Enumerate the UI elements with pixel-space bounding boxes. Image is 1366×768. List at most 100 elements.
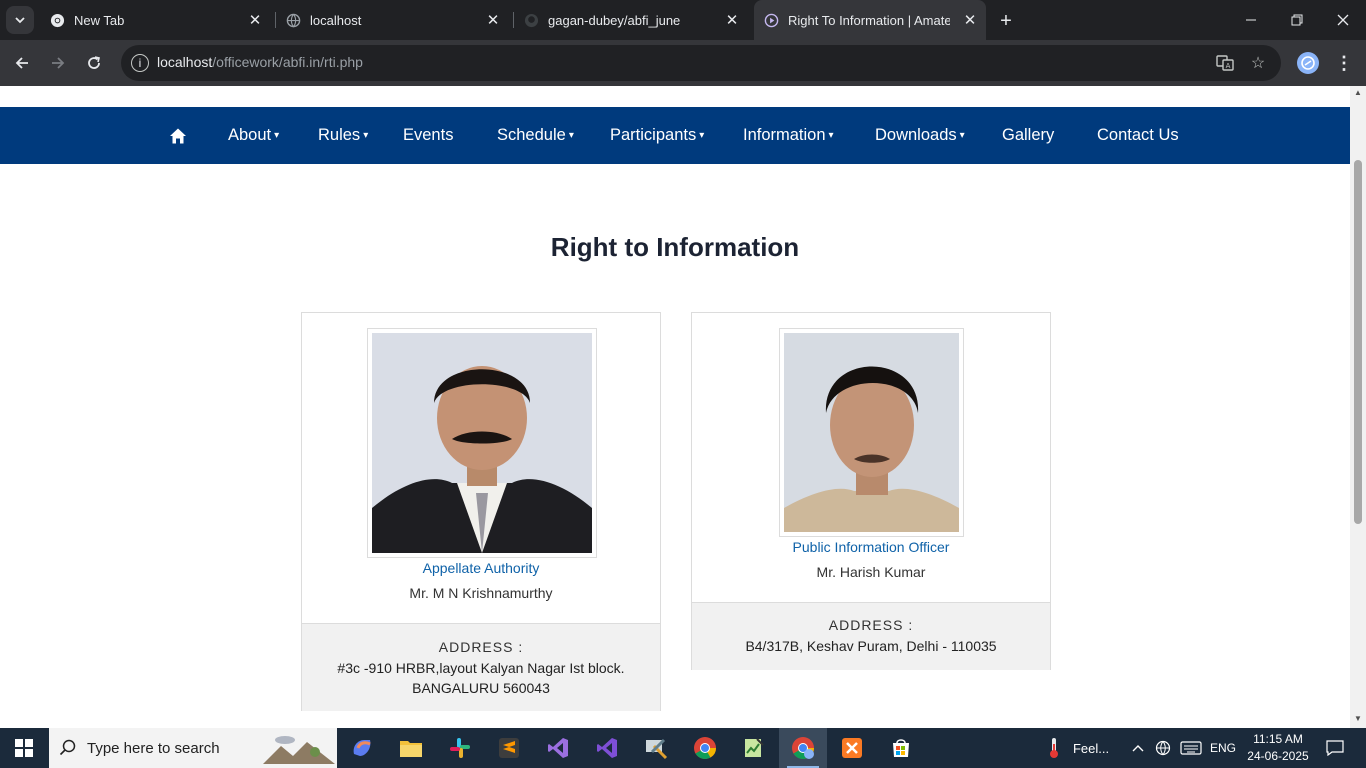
- chrome-icon: [694, 737, 716, 759]
- clock[interactable]: 11:15 AM 24-06-2025: [1240, 731, 1316, 765]
- nav-label: Contact Us: [1097, 126, 1179, 144]
- tab-github[interactable]: gagan-dubey/abfi_june ✕: [514, 0, 750, 40]
- nav-label: Gallery: [1002, 126, 1055, 144]
- editor-app[interactable]: [730, 728, 778, 768]
- page-scrollbar[interactable]: ▲ ▼: [1350, 86, 1366, 728]
- store-app[interactable]: [877, 728, 925, 768]
- officer-photo-frame: [367, 328, 597, 558]
- restore-icon: [1291, 14, 1303, 26]
- site-icon: [764, 13, 779, 28]
- nav-label: Events: [403, 126, 454, 144]
- copilot-icon: [353, 740, 371, 756]
- search-icon: [59, 739, 76, 756]
- notifications-icon[interactable]: [1320, 728, 1350, 768]
- translate-icon[interactable]: A: [1215, 53, 1235, 73]
- officer-photo-frame: [779, 328, 964, 537]
- main-navigation: About ▾ Rules ▾ Events Schedule ▾ Participa…: [0, 107, 1350, 164]
- tab-search-button[interactable]: [6, 6, 34, 34]
- scroll-up-icon[interactable]: ▲: [1354, 88, 1362, 97]
- nav-participants[interactable]: Participants ▾: [610, 107, 704, 164]
- caret-down-icon: ▾: [568, 130, 574, 141]
- profile-avatar[interactable]: [1297, 52, 1319, 74]
- nav-label: Information: [743, 126, 826, 144]
- arrow-right-icon: [52, 57, 65, 69]
- language-indicator[interactable]: ENG: [1208, 728, 1238, 768]
- tab-right-to-information[interactable]: Right To Information | Amateur ✕: [754, 0, 986, 40]
- chrome-app-active[interactable]: [779, 728, 827, 768]
- site-info-icon[interactable]: i: [131, 54, 149, 72]
- url-text[interactable]: localhost/officework/abfi.in/rti.php: [157, 54, 363, 70]
- visual-studio-app[interactable]: [534, 728, 582, 768]
- clock-time: 11:15 AM: [1253, 732, 1303, 746]
- new-tab-button[interactable]: +: [994, 9, 1018, 33]
- nav-schedule[interactable]: Schedule ▾: [497, 107, 574, 164]
- globe-icon: [286, 13, 301, 28]
- caret-down-icon: ▾: [959, 130, 965, 141]
- close-icon[interactable]: ✕: [961, 11, 979, 29]
- nav-gallery[interactable]: Gallery: [1002, 107, 1054, 164]
- officer-role[interactable]: Appellate Authority: [302, 560, 660, 576]
- scroll-down-icon[interactable]: ▼: [1354, 714, 1362, 723]
- url-path: /officework/abfi.in/rti.php: [212, 54, 363, 70]
- bookmark-star-icon[interactable]: ☆: [1248, 53, 1268, 73]
- nav-rules[interactable]: Rules ▾: [318, 107, 368, 164]
- browser-tab-strip: New Tab ✕ localhost ✕ gagan-dubey/abfi_j…: [0, 0, 1366, 40]
- close-icon[interactable]: ✕: [723, 11, 741, 29]
- network-globe-icon[interactable]: [1152, 728, 1174, 768]
- nav-about[interactable]: About ▾: [228, 107, 279, 164]
- close-window-button[interactable]: [1320, 0, 1366, 40]
- copilot-app[interactable]: [338, 728, 386, 768]
- visual-studio-icon: [548, 738, 568, 758]
- scroll-thumb[interactable]: [1354, 160, 1362, 524]
- slack-icon: [450, 738, 470, 758]
- sublime-text-icon: [499, 738, 519, 758]
- address-box: ADDRESS : #3c -910 HRBR,layout Kalyan Na…: [302, 623, 660, 711]
- search-highlight-image: [263, 736, 335, 764]
- nav-label: About: [228, 126, 272, 144]
- home-icon: [170, 128, 186, 143]
- tab-localhost[interactable]: localhost ✕: [276, 0, 512, 40]
- taskbar-search[interactable]: Type here to search: [49, 728, 337, 768]
- slack-app[interactable]: [436, 728, 484, 768]
- svg-text:A: A: [1226, 62, 1231, 70]
- browser-menu-icon[interactable]: ⋮: [1334, 52, 1354, 74]
- nav-label: Rules: [318, 126, 361, 144]
- tab-new-tab[interactable]: New Tab ✕: [40, 0, 274, 40]
- keyboard-icon[interactable]: [1178, 728, 1204, 768]
- restore-button[interactable]: [1274, 0, 1320, 40]
- nav-home[interactable]: [169, 107, 187, 164]
- windows-taskbar: Type here to search Feel... ENG 11:15 AM…: [0, 728, 1366, 768]
- tab-title: Right To Information | Amateur: [788, 13, 950, 28]
- close-icon[interactable]: ✕: [246, 11, 264, 29]
- store-icon: [893, 739, 909, 757]
- tools-app[interactable]: [632, 728, 680, 768]
- windows-logo-icon: [15, 739, 33, 757]
- nav-contact-us[interactable]: Contact Us: [1097, 107, 1179, 164]
- tab-title: gagan-dubey/abfi_june: [548, 13, 681, 28]
- back-button[interactable]: [9, 50, 35, 76]
- minimize-button[interactable]: [1228, 0, 1274, 40]
- close-icon[interactable]: ✕: [484, 11, 502, 29]
- close-icon: [1337, 14, 1349, 26]
- nav-information[interactable]: Information ▾: [743, 107, 834, 164]
- nav-downloads[interactable]: Downloads ▾: [875, 107, 965, 164]
- nav-events[interactable]: Events: [403, 107, 453, 164]
- chrome-app[interactable]: [681, 728, 729, 768]
- forward-button[interactable]: [45, 50, 71, 76]
- visual-studio-app-2[interactable]: [583, 728, 631, 768]
- file-explorer-app[interactable]: [387, 728, 435, 768]
- officer-photo: [784, 333, 959, 532]
- start-button[interactable]: [0, 728, 48, 768]
- address-bar[interactable]: i localhost/officework/abfi.in/rti.php A…: [121, 45, 1281, 81]
- nav-label: Schedule: [497, 126, 566, 144]
- tray-overflow-icon[interactable]: [1128, 728, 1148, 768]
- weather-widget[interactable]: Feel...: [1038, 728, 1118, 768]
- officer-role[interactable]: Public Information Officer: [692, 539, 1050, 555]
- sublime-text-app[interactable]: [485, 728, 533, 768]
- spreadsheet-icon: [745, 738, 764, 757]
- thermometer-icon: [1049, 738, 1058, 758]
- minimize-icon: [1246, 19, 1256, 21]
- reload-button[interactable]: [81, 50, 107, 76]
- xampp-app[interactable]: [828, 728, 876, 768]
- github-icon: [524, 13, 539, 28]
